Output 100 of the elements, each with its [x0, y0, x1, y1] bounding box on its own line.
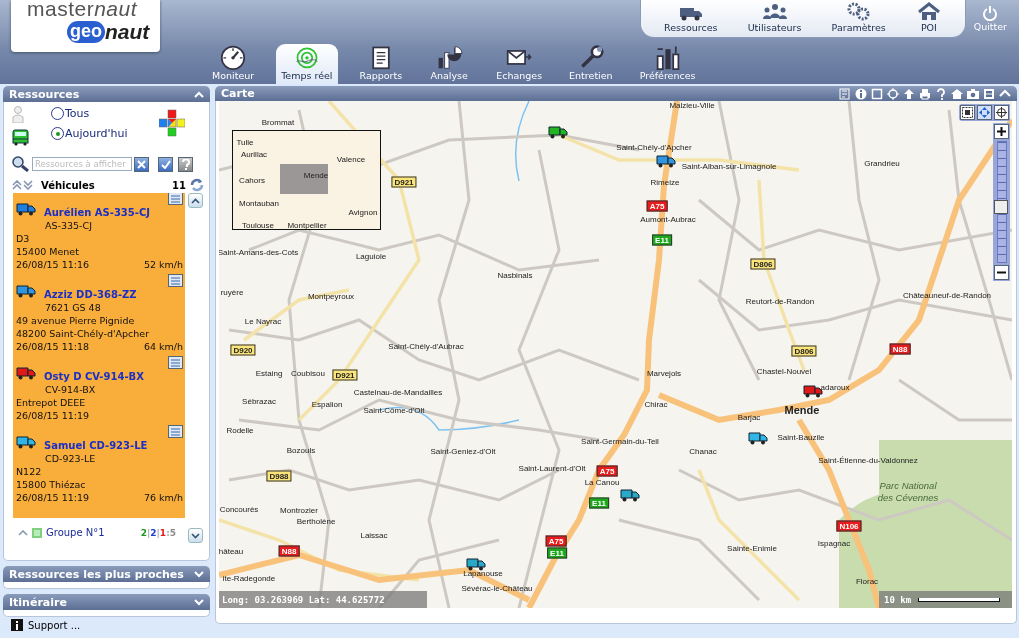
- chevron-up-icon[interactable]: [18, 529, 28, 536]
- radio-option[interactable]: Tous: [51, 107, 128, 120]
- vehicle-plate: CV-914-BX: [45, 383, 97, 396]
- place-label: Estaing: [255, 368, 283, 378]
- refresh-icon[interactable]: [189, 178, 205, 192]
- report-icon[interactable]: [168, 193, 183, 205]
- expand-icon[interactable]: [194, 570, 204, 578]
- place-label: Lapanouse: [463, 568, 503, 578]
- scroll-down-button[interactable]: [188, 528, 203, 543]
- square-icon[interactable]: [871, 87, 883, 100]
- overview-map[interactable]: Tulle Aurillac Valence Cahors Mende Montauban Avignon Toulouse Montpellier: [232, 130, 381, 230]
- nav-tab[interactable]: Entretien: [564, 44, 618, 84]
- place-label: Saint-Laurent-d'Olt: [518, 463, 586, 473]
- help-button[interactable]: [178, 156, 193, 172]
- place-label: Coubisou: [291, 368, 325, 378]
- film-icon[interactable]: [983, 87, 995, 100]
- scroll-up-button[interactable]: [188, 193, 203, 208]
- vehicle-time: 26/08/15 11:19: [16, 409, 90, 422]
- report-icon[interactable]: [168, 274, 183, 287]
- power-icon: [982, 5, 999, 21]
- vehicle-name[interactable]: Azziz DD-368-ZZ: [44, 288, 137, 301]
- menu-button[interactable]: Paramètres: [825, 0, 892, 37]
- viewport-rectangle[interactable]: [280, 164, 328, 194]
- collapse-icon[interactable]: [194, 90, 204, 98]
- menu-button[interactable]: Utilisateurs: [741, 0, 808, 37]
- place-label: Sébrazac: [242, 396, 276, 406]
- nav-tab[interactable]: Rapports: [354, 44, 408, 84]
- place-label: Saint-Chély-d'Aubrac: [388, 341, 464, 351]
- slider-thumb[interactable]: [993, 200, 1008, 215]
- clear-button[interactable]: [134, 156, 149, 172]
- vehicle-address: 49 avenue Pierre Pignide: [16, 314, 136, 327]
- recenter-button[interactable]: [994, 105, 1009, 120]
- search-field[interactable]: Ressources à afficher: [32, 157, 132, 171]
- place-label: Reutort-de-Randon: [745, 296, 815, 306]
- panel-title: Itinéraire: [9, 595, 67, 609]
- camera-icon[interactable]: [967, 87, 979, 100]
- arrow-up-icon[interactable]: [903, 87, 915, 100]
- place-label: Barjac: [737, 412, 761, 422]
- vehicle-speed: 52 km/h: [143, 258, 183, 271]
- place-label: Laissac: [360, 530, 388, 540]
- panel-title: Carte: [221, 87, 255, 100]
- place-label: Le Nayrac: [244, 316, 282, 326]
- help-icon[interactable]: [935, 87, 947, 100]
- report-icon[interactable]: [168, 425, 183, 438]
- vehicle-time: 26/08/15 11:19: [16, 491, 90, 504]
- expand-icon[interactable]: [194, 598, 204, 606]
- confirm-button[interactable]: [158, 156, 173, 172]
- vehicle-name[interactable]: Aurélien AS-335-CJ: [44, 206, 150, 219]
- zoom-slider[interactable]: [996, 141, 1007, 263]
- road-sign: A75: [596, 465, 618, 477]
- info-icon[interactable]: [855, 87, 867, 100]
- vehicle-name[interactable]: Osty D CV-914-BX: [44, 370, 144, 383]
- place-label: Sainte-Enimie: [727, 543, 777, 553]
- report-icon[interactable]: [168, 356, 183, 369]
- road-sign: D920: [230, 344, 256, 356]
- radio-option[interactable]: Aujourd'hui: [51, 127, 128, 140]
- vehicle-speed: 76 km/h: [143, 491, 183, 504]
- panel-header[interactable]: Ressources les plus proches: [3, 566, 210, 582]
- place-label: Chastel-Nouvel: [756, 366, 812, 376]
- place-label: ruyère: [220, 287, 244, 297]
- nav-tab[interactable]: Echanges: [491, 44, 548, 84]
- users-icon: [761, 2, 788, 22]
- pan-button[interactable]: [977, 105, 992, 120]
- road-sign: D806: [750, 258, 776, 270]
- place-label: Valence: [336, 154, 366, 164]
- quit-button[interactable]: Quitter: [967, 4, 1013, 33]
- support-link[interactable]: Support ...: [28, 619, 81, 631]
- target-icon[interactable]: [887, 87, 899, 100]
- nav-tab[interactable]: Moniteur: [207, 44, 260, 84]
- house-icon: [915, 2, 942, 22]
- menu-button[interactable]: POI: [909, 0, 948, 37]
- nav-tab[interactable]: Temps réel: [276, 44, 338, 84]
- panel-header[interactable]: Itinéraire: [3, 594, 210, 610]
- zoom-box-button[interactable]: [960, 105, 975, 120]
- zoom-out-button[interactable]: [994, 265, 1009, 280]
- place-label: Toulouse: [242, 220, 274, 229]
- place-label: Montrozier: [280, 505, 318, 515]
- vehicle-time: 26/08/15 11:18: [16, 340, 90, 353]
- house-icon[interactable]: [951, 87, 963, 100]
- info-icon: [11, 619, 23, 631]
- vehicle-name[interactable]: Samuel CD-923-LE: [44, 439, 148, 452]
- print-icon[interactable]: [919, 87, 931, 100]
- group-name[interactable]: Groupe N°1: [46, 527, 105, 538]
- place-label: Aumont-Aubrac: [640, 214, 696, 224]
- nav-tab[interactable]: Analyse: [424, 44, 475, 84]
- vehicle-speed: 64 km/h: [143, 340, 183, 353]
- menu-button[interactable]: Ressources: [658, 0, 724, 37]
- vehicle-plate: 7621 GS 48: [45, 301, 102, 314]
- road-sign: N88: [278, 545, 300, 557]
- pan-icon: [979, 107, 990, 118]
- place-label: Rodelle: [226, 425, 254, 435]
- sort-arrows-icon[interactable]: [12, 180, 34, 190]
- road-sign: E11: [652, 234, 672, 246]
- zoom-in-button[interactable]: [994, 124, 1009, 139]
- place-label: Chanac: [689, 446, 717, 456]
- park-label: des Cévennes: [877, 492, 939, 502]
- road-sign: E11: [589, 497, 609, 509]
- nav-tab[interactable]: Préférences: [634, 44, 701, 84]
- close-icon: [137, 159, 146, 169]
- place-label: Brommat: [261, 117, 295, 127]
